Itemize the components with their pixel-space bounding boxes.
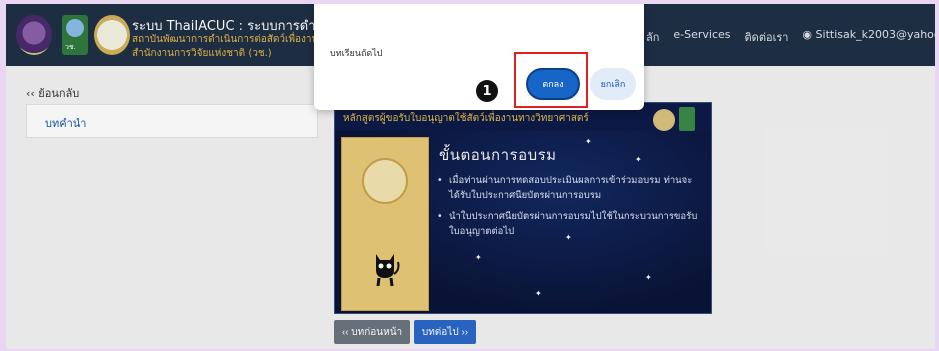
- step-number-badge: 1: [476, 80, 498, 102]
- cancel-button[interactable]: ยกเลิก: [590, 68, 636, 100]
- ok-button[interactable]: ตกลง: [526, 68, 580, 100]
- page-frame: ระบบ ThaiIACUC : ระบบการดำเนินการ สถาบัน…: [6, 4, 935, 349]
- dialog-message: บทเรียนถัดไป: [330, 49, 383, 59]
- confirm-dialog: บทเรียนถัดไป 1 ตกลง ยกเลิก: [314, 4, 644, 110]
